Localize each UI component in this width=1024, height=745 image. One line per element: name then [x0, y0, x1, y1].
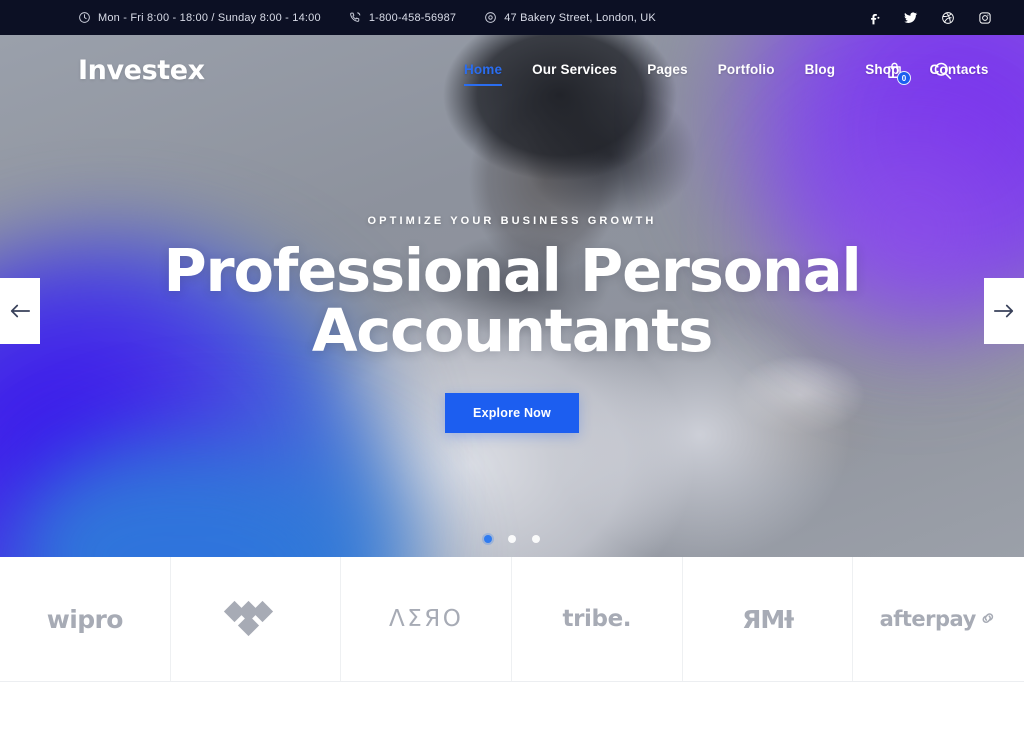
nav-item-home[interactable]: Home	[464, 62, 503, 86]
cart-button[interactable]: 0	[882, 58, 911, 85]
site-header: Investex Home Our Services Pages Portfol…	[0, 35, 1024, 105]
instagram-icon[interactable]	[977, 10, 992, 25]
brand-logo-rmh[interactable]: ЯMƗ	[683, 557, 854, 681]
office-address: 47 Bakery Street, London, UK	[484, 11, 656, 24]
nav-item-pages[interactable]: Pages	[647, 62, 688, 79]
brand-logo-tribe[interactable]: tribe.	[512, 557, 683, 681]
phone-icon	[349, 11, 362, 24]
header-actions: 0	[882, 35, 954, 105]
opening-hours-text: Mon - Fri 8:00 - 18:00 / Sunday 8:00 - 1…	[98, 11, 321, 24]
chain-link-icon	[978, 607, 998, 631]
hero-eyebrow: Optimize Your Business Growth	[367, 215, 657, 227]
topbar-contact-group: Mon - Fri 8:00 - 18:00 / Sunday 8:00 - 1…	[78, 11, 656, 24]
phone-number-text: 1-800-458-56987	[368, 11, 457, 24]
top-info-bar: Mon - Fri 8:00 - 18:00 / Sunday 8:00 - 1…	[0, 0, 1024, 35]
brand-logo-tidal[interactable]	[171, 557, 342, 681]
brand-logo-aero[interactable]: ΛΣЯO	[341, 557, 512, 681]
hero-title: Professional Personal Accountants	[152, 240, 872, 361]
brand-logo-afterpay[interactable]: afterpay	[853, 557, 1024, 681]
slider-prev-button[interactable]	[0, 278, 40, 344]
brand-logo-wipro[interactable]: wipro	[0, 557, 171, 681]
arrow-right-icon	[993, 303, 1015, 319]
nav-item-portfolio[interactable]: Portfolio	[718, 62, 775, 79]
page-body-below-fold	[0, 682, 1024, 745]
social-links	[866, 0, 992, 35]
site-logo[interactable]: Investex	[78, 55, 205, 86]
office-address-text: 47 Bakery Street, London, UK	[504, 11, 656, 24]
clock-icon	[78, 11, 91, 24]
phone-number[interactable]: 1-800-458-56987	[349, 11, 456, 24]
brand-logo-tidal-diamonds-icon	[224, 600, 283, 637]
hero-content: Optimize Your Business Growth Profession…	[0, 35, 1024, 557]
search-button[interactable]	[930, 58, 954, 82]
hero-slider: Investex Home Our Services Pages Portfol…	[0, 35, 1024, 557]
nav-item-our-services[interactable]: Our Services	[532, 62, 617, 79]
cart-count-badge: 0	[897, 71, 911, 85]
opening-hours: Mon - Fri 8:00 - 18:00 / Sunday 8:00 - 1…	[78, 11, 321, 24]
brand-logo-aero-wordmark: ΛΣЯO	[388, 606, 464, 632]
slider-next-button[interactable]	[984, 278, 1024, 344]
hero-title-line-2: Accountants	[311, 296, 713, 366]
brand-logo-wipro-wordmark: wipro	[46, 604, 124, 634]
search-icon	[932, 60, 953, 81]
hero-title-line-1: Professional Personal	[163, 236, 862, 305]
brand-logo-afterpay-wordmark: afterpay	[880, 607, 998, 631]
explore-now-button[interactable]: Explore Now	[445, 393, 579, 434]
brand-logo-strip: wipro ΛΣЯO tribe. ЯMƗ afterpay	[0, 557, 1024, 682]
location-pin-icon	[484, 11, 497, 24]
brand-logo-tribe-wordmark: tribe.	[562, 606, 632, 632]
arrow-left-icon	[9, 303, 31, 319]
dribbble-icon[interactable]	[940, 10, 955, 25]
nav-item-blog[interactable]: Blog	[805, 62, 836, 79]
brand-logo-rmh-wordmark: ЯMƗ	[742, 604, 794, 634]
facebook-icon[interactable]	[866, 10, 881, 25]
brand-logo-afterpay-text: afterpay	[879, 607, 977, 631]
twitter-icon[interactable]	[903, 10, 918, 25]
